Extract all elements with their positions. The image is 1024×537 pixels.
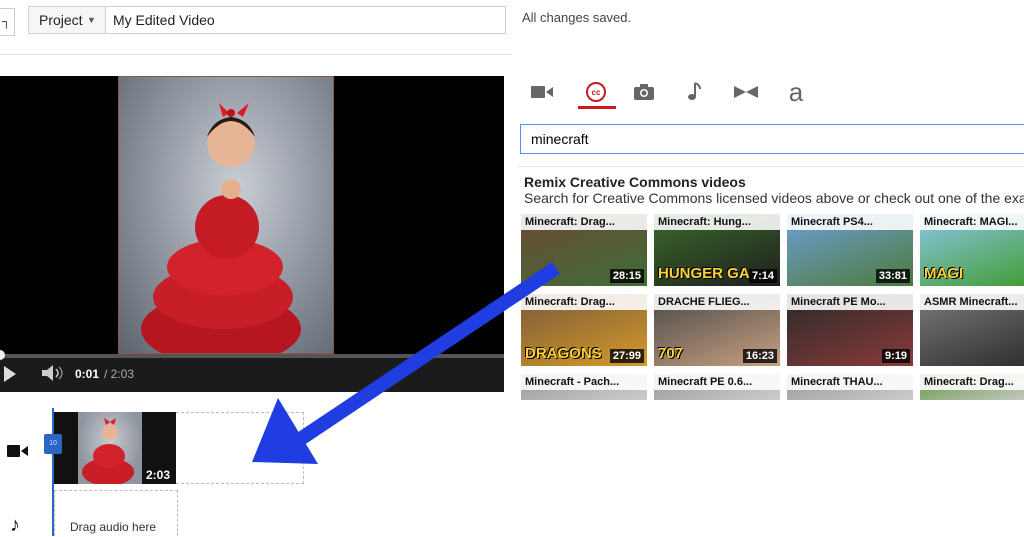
result-thumbnail[interactable]: Minecraft: Hung... HUNGER GA 7:14 [654,214,780,286]
clip-thumbnail-image [82,418,134,484]
result-overlay-text: HUNGER GA [658,265,750,282]
child-in-red-dress-image [141,103,301,353]
result-thumbnail[interactable]: Minecraft: Drag... DRAGONS 27:99 [521,294,647,366]
result-overlay-text: DRAGONS [525,345,602,362]
result-title: Minecraft PE 0.6... [654,374,780,390]
clip-thumbnail [78,412,142,484]
result-thumbnail[interactable]: ASMR Minecraft...10 [920,294,1024,366]
video-camera-icon [531,86,553,98]
tab-audio[interactable] [672,76,716,108]
save-status: All changes saved. [522,10,632,25]
music-note-icon [688,82,701,100]
result-thumbnail[interactable]: Minecraft - Pach... [521,374,647,400]
divider [518,166,1024,167]
result-thumbnail[interactable]: Minecraft PE Mo... 9:19 [787,294,913,366]
project-title-input[interactable] [113,7,493,33]
section-description: Search for Creative Commons licensed vid… [524,190,1024,206]
transitions-icon [734,86,758,98]
media-panel: cc a Remix Creative Commons videos Searc… [518,54,1024,536]
result-duration: 28:15 [609,269,644,283]
result-title: Minecraft PS4... [787,214,913,230]
tab-photos[interactable] [622,76,666,108]
tab-video[interactable] [520,76,564,108]
result-title: Minecraft: MAGI... [920,214,1024,230]
tab-creative-commons[interactable]: cc [574,76,618,108]
result-thumbnail[interactable]: Minecraft PS4... 33:81 [787,214,913,286]
video-track-icon [7,445,28,457]
result-title: DRACHE FLIEG... [654,294,780,310]
project-menu-button[interactable]: Project ▼ [29,7,106,33]
result-thumbnail[interactable]: Minecraft: Drag... 28:15 [521,214,647,286]
playhead-handle[interactable]: 10 [44,434,62,454]
text-icon: a [788,76,804,107]
volume-icon[interactable] [40,364,66,382]
result-overlay-text: MAGI [924,265,964,282]
result-title: Minecraft: Drag... [521,294,647,310]
playhead[interactable] [52,408,54,536]
total-time: / 2:03 [104,367,135,381]
creative-commons-icon: cc [586,82,606,102]
result-title: Minecraft THAU... [787,374,913,390]
result-thumbnail[interactable]: Minecraft PE 0.6... [654,374,780,400]
result-duration: 9:19 [881,349,910,363]
chevron-down-icon: ▼ [87,15,96,25]
result-title: Minecraft PE Mo... [787,294,913,310]
video-drop-zone[interactable] [176,412,304,484]
result-title: Minecraft: Drag... [521,214,647,230]
timeline: ♪ 2:03 Drag audio here 10 [0,396,512,536]
result-duration: 27:99 [609,349,644,363]
active-tab-indicator [578,106,616,109]
project-menu-label: Project [39,12,83,28]
result-title: ASMR Minecraft... [920,294,1024,310]
search-input[interactable] [520,124,1024,154]
section-heading: Remix Creative Commons videos [524,174,746,190]
result-thumbnail[interactable]: Minecraft THAU... [787,374,913,400]
play-icon[interactable] [4,366,16,382]
result-thumbnail[interactable]: Minecraft: Drag... [920,374,1024,400]
clip-duration: 2:03 [146,468,171,482]
project-title-bar: Project ▼ [28,6,506,34]
tab-text[interactable]: a [774,76,818,108]
back-button-glyph: ┐ [2,14,11,28]
audio-drop-label: Drag audio here [70,520,157,534]
result-title: Minecraft: Hung... [654,214,780,230]
current-time: 0:01 [75,367,100,381]
result-overlay-text: 707 [658,345,684,362]
result-duration: 33:81 [875,269,910,283]
player-controls: 0:01 / 2:03 [0,350,504,392]
result-thumbnail[interactable]: DRACHE FLIEG... 707 16:23 [654,294,780,366]
timeline-clip[interactable]: 2:03 [54,412,176,484]
tab-transitions[interactable] [724,76,768,108]
back-button[interactable]: ┐ [0,8,15,36]
progress-knob[interactable] [0,350,5,360]
result-title: Minecraft - Pach... [521,374,647,390]
svg-text:cc: cc [592,88,601,97]
result-thumbnail[interactable]: Minecraft: MAGI...MAGI43 [920,214,1024,286]
progress-bar[interactable] [0,350,504,360]
result-duration: 16:23 [742,349,777,363]
audio-track-icon: ♪ [10,514,20,536]
photo-camera-icon [634,84,654,100]
video-preview[interactable]: 0:01 / 2:03 [0,76,504,392]
result-title: Minecraft: Drag... [920,374,1024,390]
preview-frame [118,76,334,354]
result-duration: 7:14 [748,269,777,283]
